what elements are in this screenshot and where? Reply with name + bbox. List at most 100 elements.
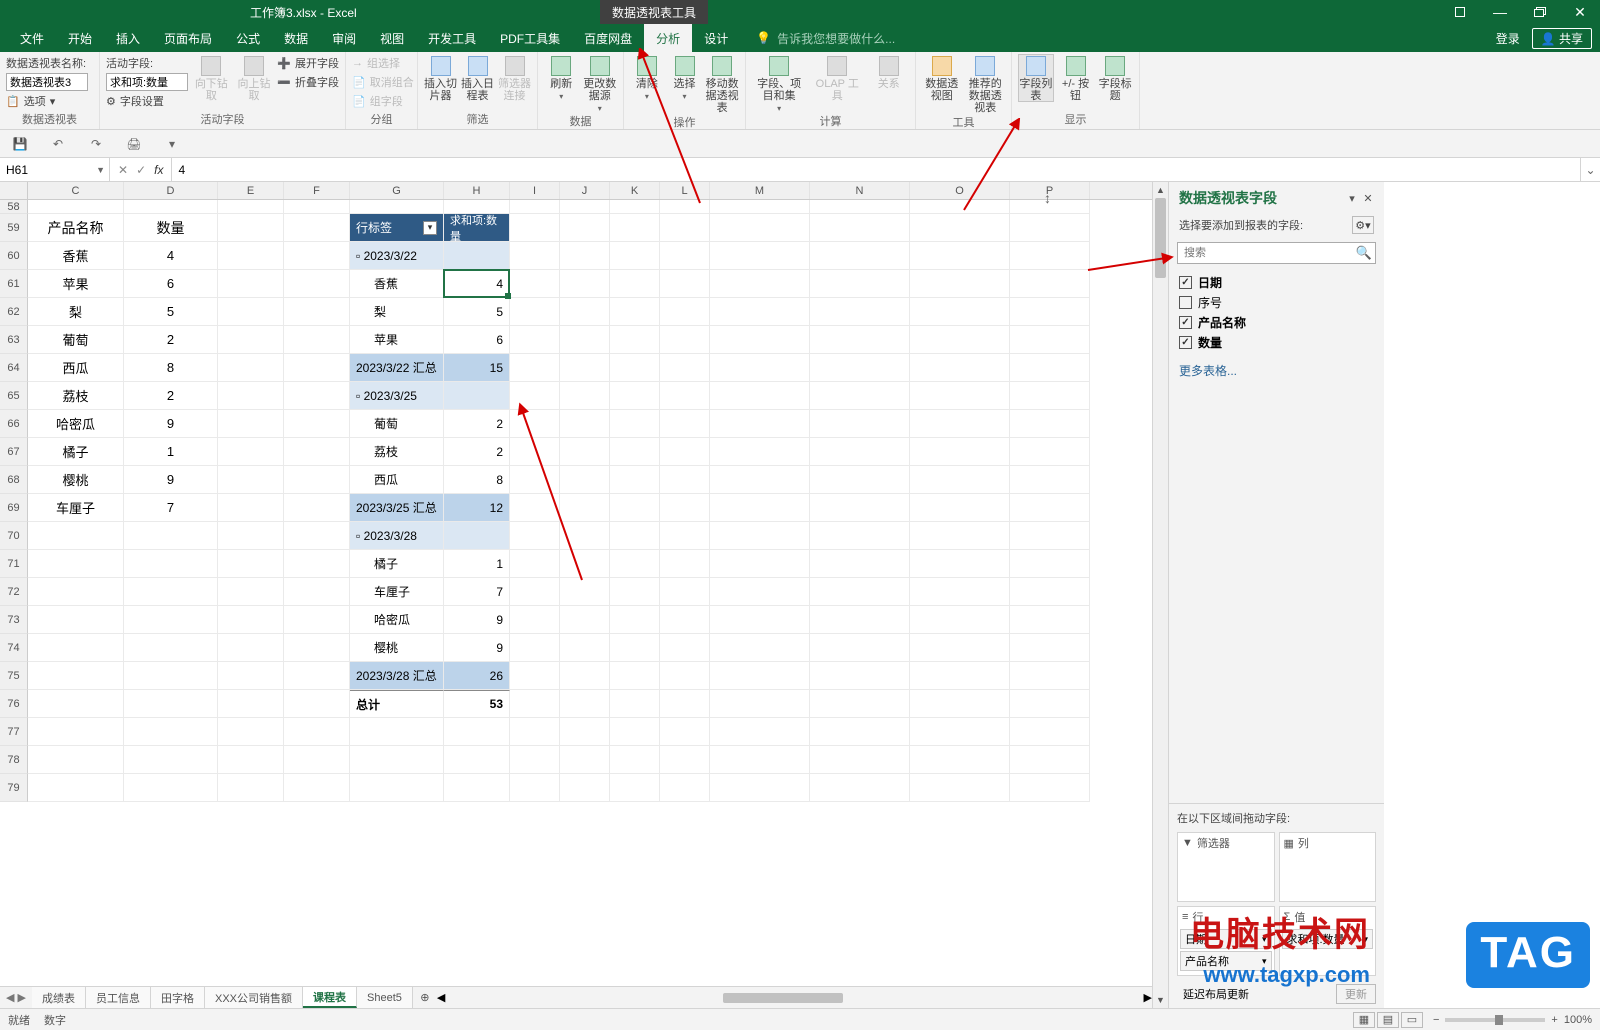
pt-options[interactable]: 📋选项 ▾ bbox=[6, 92, 88, 110]
cell[interactable] bbox=[660, 242, 710, 270]
row-header[interactable]: 62 bbox=[0, 298, 28, 326]
row-header[interactable]: 77 bbox=[0, 718, 28, 746]
fx-icon[interactable]: fx bbox=[154, 163, 163, 177]
cell[interactable] bbox=[660, 550, 710, 578]
cell[interactable] bbox=[28, 606, 124, 634]
cell[interactable] bbox=[1010, 690, 1090, 718]
cell[interactable] bbox=[284, 382, 350, 410]
cell[interactable] bbox=[710, 382, 810, 410]
tab-design[interactable]: 设计 bbox=[692, 24, 740, 52]
cell[interactable]: 香蕉 bbox=[350, 270, 444, 298]
undo-icon[interactable]: ↶ bbox=[48, 134, 68, 154]
cell[interactable] bbox=[810, 242, 910, 270]
cell[interactable] bbox=[560, 326, 610, 354]
row-header[interactable]: 70 bbox=[0, 522, 28, 550]
cell[interactable] bbox=[610, 270, 660, 298]
cell[interactable]: 26 bbox=[444, 662, 510, 690]
cell[interactable] bbox=[660, 522, 710, 550]
sheet-tab[interactable]: 田字格 bbox=[151, 987, 205, 1008]
cell[interactable] bbox=[810, 326, 910, 354]
cell[interactable] bbox=[710, 270, 810, 298]
cell[interactable] bbox=[218, 494, 284, 522]
cell[interactable] bbox=[350, 718, 444, 746]
collapse-field[interactable]: ➖折叠字段 bbox=[277, 73, 339, 91]
row-header[interactable]: 68 bbox=[0, 466, 28, 494]
tab-insert[interactable]: 插入 bbox=[104, 24, 152, 52]
scroll-down[interactable]: ▼ bbox=[1153, 992, 1168, 1008]
cell[interactable] bbox=[510, 438, 560, 466]
cell[interactable] bbox=[710, 746, 810, 774]
cell[interactable] bbox=[910, 298, 1010, 326]
columns-area[interactable]: ▦列 bbox=[1279, 832, 1377, 902]
af-input[interactable] bbox=[106, 73, 188, 91]
cell[interactable] bbox=[610, 354, 660, 382]
cell[interactable]: 橘子 bbox=[350, 550, 444, 578]
cell[interactable] bbox=[218, 522, 284, 550]
tab-formulas[interactable]: 公式 bbox=[224, 24, 272, 52]
cell[interactable] bbox=[910, 662, 1010, 690]
cell[interactable] bbox=[124, 662, 218, 690]
cell[interactable] bbox=[560, 718, 610, 746]
cell[interactable] bbox=[810, 270, 910, 298]
tab-analyze[interactable]: 分析 bbox=[644, 24, 692, 52]
cell[interactable] bbox=[1010, 354, 1090, 382]
field-list-item[interactable]: 产品名称 bbox=[1179, 312, 1374, 332]
cell[interactable] bbox=[710, 214, 810, 242]
cell[interactable] bbox=[510, 382, 560, 410]
cell[interactable]: 行标签 bbox=[350, 214, 444, 242]
name-box-input[interactable] bbox=[6, 163, 76, 177]
cell[interactable] bbox=[910, 242, 1010, 270]
update-button[interactable]: 更新 bbox=[1336, 984, 1376, 1004]
cell[interactable]: 7 bbox=[124, 494, 218, 522]
cell[interactable] bbox=[218, 662, 284, 690]
pane-settings-button[interactable]: ⚙▾ bbox=[1352, 216, 1374, 234]
field-headers[interactable]: 字段标题 bbox=[1097, 54, 1133, 102]
row-header[interactable]: 69 bbox=[0, 494, 28, 522]
col-N[interactable]: N bbox=[810, 182, 910, 199]
cell[interactable] bbox=[710, 242, 810, 270]
pt-name-input[interactable] bbox=[6, 73, 88, 91]
cell[interactable] bbox=[218, 578, 284, 606]
cell[interactable] bbox=[910, 438, 1010, 466]
cell[interactable] bbox=[510, 354, 560, 382]
zoom-in[interactable]: + bbox=[1551, 1014, 1557, 1026]
cell[interactable] bbox=[910, 354, 1010, 382]
cell[interactable] bbox=[660, 774, 710, 802]
cell[interactable] bbox=[660, 662, 710, 690]
cell[interactable] bbox=[560, 690, 610, 718]
col-L[interactable]: L bbox=[660, 182, 710, 199]
cell[interactable] bbox=[560, 354, 610, 382]
cell[interactable]: 2023/3/28 汇总 bbox=[350, 662, 444, 690]
cell[interactable] bbox=[218, 354, 284, 382]
view-normal[interactable]: ▦ bbox=[1353, 1012, 1375, 1028]
cell[interactable] bbox=[1010, 718, 1090, 746]
cell[interactable]: 哈密瓜 bbox=[28, 410, 124, 438]
clear[interactable]: 清除▾ bbox=[630, 54, 664, 101]
row-header[interactable]: 66 bbox=[0, 410, 28, 438]
cell[interactable] bbox=[218, 214, 284, 242]
cell[interactable] bbox=[910, 494, 1010, 522]
cell[interactable] bbox=[510, 242, 560, 270]
row-header[interactable]: 71 bbox=[0, 550, 28, 578]
cell[interactable]: 香蕉 bbox=[28, 242, 124, 270]
cell[interactable] bbox=[124, 634, 218, 662]
cell[interactable]: 9 bbox=[444, 606, 510, 634]
cell[interactable] bbox=[660, 578, 710, 606]
plus-minus-buttons[interactable]: +/- 按钮 bbox=[1058, 54, 1094, 102]
field-checkbox[interactable] bbox=[1179, 276, 1192, 289]
cell[interactable] bbox=[510, 494, 560, 522]
row-header[interactable]: 76 bbox=[0, 690, 28, 718]
area-row-item[interactable]: 产品名称▾ bbox=[1180, 951, 1272, 971]
cell[interactable] bbox=[910, 382, 1010, 410]
cell[interactable] bbox=[710, 298, 810, 326]
col-F[interactable]: F bbox=[284, 182, 350, 199]
cell[interactable] bbox=[28, 550, 124, 578]
cell[interactable] bbox=[560, 298, 610, 326]
select[interactable]: 选择▾ bbox=[668, 54, 702, 101]
tab-home[interactable]: 开始 bbox=[56, 24, 104, 52]
cell[interactable]: 梨 bbox=[28, 298, 124, 326]
cell[interactable]: 2 bbox=[444, 438, 510, 466]
cell[interactable] bbox=[610, 634, 660, 662]
row-header[interactable]: 78 bbox=[0, 746, 28, 774]
cell[interactable] bbox=[218, 242, 284, 270]
